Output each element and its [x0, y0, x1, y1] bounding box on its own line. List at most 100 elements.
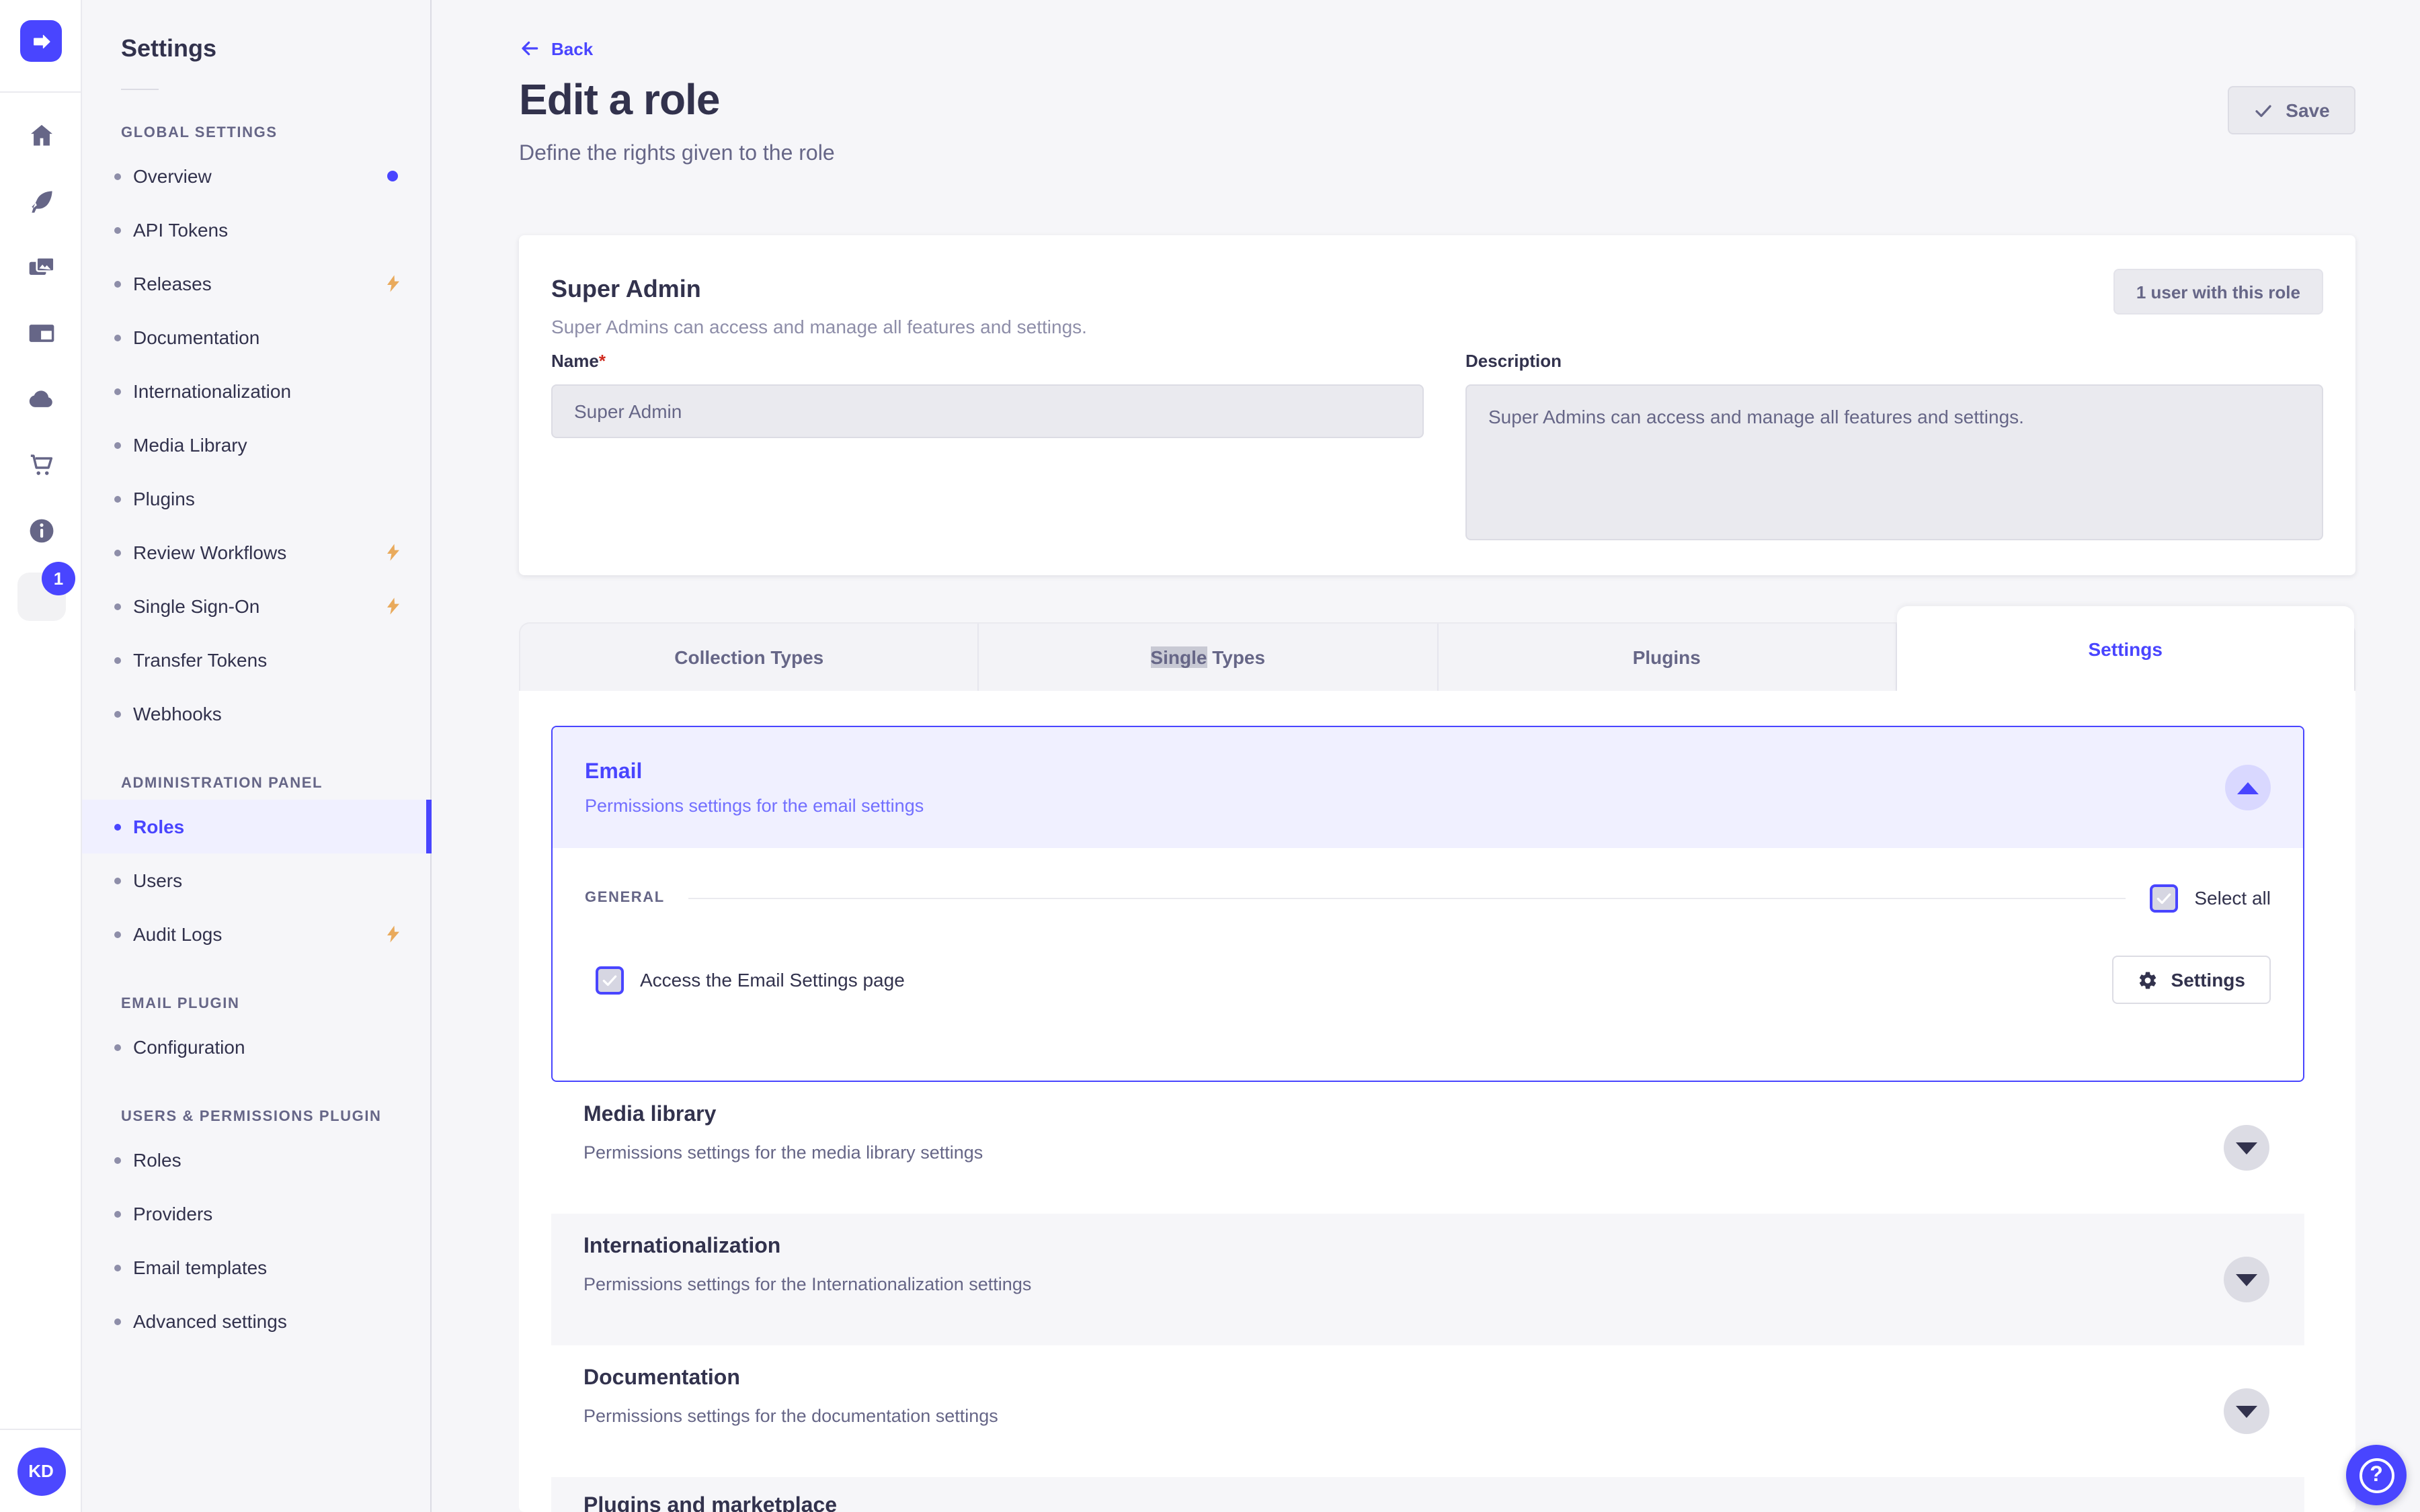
- rail-item-deploy-cloud-icon[interactable]: [0, 366, 82, 431]
- save-button[interactable]: Save: [2228, 86, 2355, 134]
- tab-plugins[interactable]: Plugins: [1438, 624, 1897, 691]
- subnav-item-email-templates[interactable]: Email templates: [82, 1241, 430, 1294]
- subnav-item-plugins[interactable]: Plugins: [82, 472, 430, 526]
- subnav-item-label: Media Library: [133, 434, 247, 456]
- bullet-icon: [114, 823, 121, 830]
- bolt-icon: [383, 540, 403, 569]
- rail-divider: [0, 91, 82, 93]
- strapi-logo[interactable]: [20, 20, 62, 62]
- subnav-item-transfer-tokens[interactable]: Transfer Tokens: [82, 633, 430, 687]
- chevron-down-icon: [2236, 1405, 2257, 1417]
- deploy-cloud-icon: [25, 382, 57, 415]
- select-all-label: Select all: [2194, 887, 2271, 909]
- subnav-item-review-workflows[interactable]: Review Workflows: [82, 526, 430, 579]
- bullet-icon: [114, 657, 121, 663]
- accordion-email-body: GENERAL Select all Access the Email Sett…: [553, 883, 2303, 1004]
- subnav-item-providers[interactable]: Providers: [82, 1187, 430, 1241]
- subnav-item-advanced-settings[interactable]: Advanced settings: [82, 1294, 430, 1348]
- rail-item-media-library-icon[interactable]: [0, 234, 82, 300]
- accordion-email-subtitle: Permissions settings for the email setti…: [585, 795, 924, 815]
- permission-settings-button[interactable]: Settings: [2111, 956, 2271, 1004]
- subnav-item-label: Roles: [133, 1149, 182, 1171]
- notifications-badge: 1: [42, 562, 75, 595]
- subnav-item-users[interactable]: Users: [82, 853, 430, 907]
- description-textarea[interactable]: [1465, 384, 2323, 540]
- rail-item-home-icon[interactable]: [0, 102, 82, 168]
- accordion-email-header[interactable]: Email Permissions settings for the email…: [553, 727, 2303, 848]
- accordion-title: Plugins and marketplace: [583, 1495, 838, 1512]
- subnav-item-label: Webhooks: [133, 703, 222, 724]
- gear-icon: [2139, 971, 2156, 989]
- subnav-item-webhooks[interactable]: Webhooks: [82, 687, 430, 741]
- expand-button[interactable]: [2224, 1257, 2269, 1302]
- back-label: Back: [551, 38, 594, 58]
- rail-item-info-icon[interactable]: [0, 497, 82, 563]
- accordion-email: Email Permissions settings for the email…: [551, 726, 2304, 1082]
- subnav-item-roles[interactable]: Roles: [82, 800, 432, 853]
- subnav-item-label: Plugins: [133, 488, 195, 509]
- select-all-checkbox[interactable]: [2150, 884, 2179, 912]
- users-with-role-button[interactable]: 1 user with this role: [2113, 269, 2323, 314]
- bolt-icon: [383, 271, 403, 300]
- subnav-item-documentation[interactable]: Documentation: [82, 310, 430, 364]
- bullet-icon: [114, 1044, 121, 1050]
- accordion-media-library[interactable]: Media library Permissions settings for th…: [551, 1082, 2304, 1214]
- subnav-item-releases[interactable]: Releases: [82, 257, 430, 310]
- rail-item-content-manager-icon[interactable]: [0, 300, 82, 366]
- bullet-icon: [114, 495, 121, 502]
- subnav-item-overview[interactable]: Overview: [82, 149, 430, 203]
- role-name-heading: Super Admin: [551, 276, 701, 302]
- bullet-icon: [114, 1318, 121, 1325]
- subnav-item-label: Audit Logs: [133, 923, 223, 945]
- accordion-title: Media library: [583, 1103, 717, 1126]
- subnav-item-internationalization[interactable]: Internationalization: [82, 364, 430, 418]
- subnav-item-label: Providers: [133, 1203, 213, 1224]
- bolt-icon: [383, 922, 403, 950]
- tab-settings[interactable]: Settings: [1896, 606, 2354, 692]
- subnav-item-roles[interactable]: Roles: [82, 1133, 430, 1187]
- name-field-group: Name*: [551, 351, 1424, 547]
- subnav-item-label: Advanced settings: [133, 1310, 287, 1332]
- page-title: Edit a role: [519, 75, 720, 124]
- rail-item-content-type-builder-icon[interactable]: [0, 168, 82, 234]
- name-input[interactable]: [551, 384, 1424, 438]
- accordion-plugins-and-marketplace[interactable]: Plugins and marketplace: [551, 1477, 2304, 1512]
- bullet-icon: [114, 280, 121, 287]
- notification-dot-icon: [387, 171, 398, 181]
- accordion-internationalization[interactable]: Internationalization Permissions settings…: [551, 1214, 2304, 1345]
- permission-row[interactable]: Access the Email Settings page: [596, 966, 905, 994]
- description-field-group: Description: [1465, 351, 2323, 547]
- tab-label: Plugins: [1632, 646, 1701, 668]
- subnav-item-configuration[interactable]: Configuration: [82, 1020, 430, 1074]
- rail-footer: KD: [0, 1429, 82, 1512]
- expand-button[interactable]: [2224, 1388, 2269, 1434]
- permission-label: Access the Email Settings page: [640, 969, 905, 991]
- tab-collection-types[interactable]: Collection Types: [520, 624, 979, 691]
- collapse-button[interactable]: [2225, 765, 2271, 810]
- bullet-icon: [114, 877, 121, 884]
- subnav-item-api-tokens[interactable]: API Tokens: [82, 203, 430, 257]
- avatar[interactable]: KD: [17, 1447, 65, 1495]
- subnav-section-email-plugin: EMAIL PLUGIN Configuration: [82, 996, 430, 1074]
- rail-item-marketplace-cart-icon[interactable]: [0, 431, 82, 497]
- back-link[interactable]: Back: [519, 38, 593, 59]
- rail-item-settings-gear-icon[interactable]: 1: [0, 562, 82, 629]
- permission-checkbox[interactable]: [596, 966, 624, 994]
- tab-single-types[interactable]: Single Types: [979, 624, 1438, 691]
- select-all-row[interactable]: Select all: [2150, 884, 2271, 912]
- subnav-item-single-sign-on[interactable]: Single Sign-On: [82, 579, 430, 633]
- help-button[interactable]: ?: [2346, 1445, 2407, 1505]
- subnav-section-users-permissions-plugin: USERS & PERMISSIONS PLUGIN Roles Providers…: [82, 1109, 430, 1348]
- subnav-item-media-library[interactable]: Media Library: [82, 418, 430, 472]
- main-nav-rail: 1 KD: [0, 0, 82, 1512]
- chevron-down-icon: [2236, 1142, 2257, 1154]
- accordion-documentation[interactable]: Documentation Permissions settings for th…: [551, 1345, 2304, 1477]
- home-icon: [25, 119, 57, 151]
- subnav-item-audit-logs[interactable]: Audit Logs: [82, 907, 430, 961]
- content-manager-icon: [25, 317, 57, 349]
- bullet-icon: [114, 173, 121, 179]
- expand-button[interactable]: [2224, 1125, 2269, 1171]
- page-subtitle: Define the rights given to the role: [519, 142, 835, 165]
- tab-label: Collection Types: [674, 646, 824, 668]
- back-arrow-icon: [522, 41, 538, 56]
